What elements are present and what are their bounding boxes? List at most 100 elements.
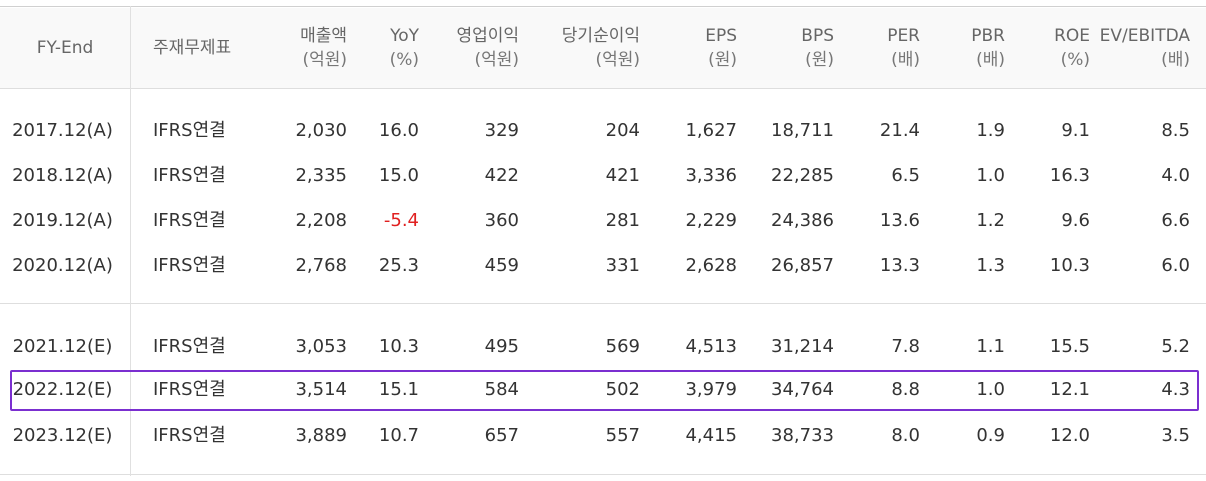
cell-ev-ebitda: 6.6 xyxy=(1161,210,1190,231)
header-fy-end-label: FY-End xyxy=(36,38,94,58)
cell-revenue: 2,208 xyxy=(295,210,347,231)
cell-net-income: 569 xyxy=(605,336,640,357)
cell-per: 6.5 xyxy=(891,165,920,186)
header-eps-label: EPS xyxy=(705,26,737,46)
cell-fy-end: 2020.12(A) xyxy=(12,255,113,276)
table-row: 2018.12(A) IFRS연결 2,335 15.0 422 421 3,3… xyxy=(0,153,1206,198)
cell-main-statement: IFRS연결 xyxy=(153,336,226,357)
cell-main-statement: IFRS연결 xyxy=(153,165,226,186)
header-fy-end: FY-End xyxy=(0,8,130,88)
header-yoy-unit: (%) xyxy=(389,50,419,70)
cell-yoy: 15.0 xyxy=(378,165,419,186)
header-roe: ROE (%) xyxy=(1010,8,1090,88)
cell-operating-income: 329 xyxy=(484,120,519,141)
cell-fy-end: 2019.12(A) xyxy=(12,210,113,231)
cell-eps: 4,415 xyxy=(685,425,737,446)
cell-per: 8.0 xyxy=(891,425,920,446)
cell-roe: 10.3 xyxy=(1049,255,1090,276)
cell-per: 13.6 xyxy=(879,210,920,231)
header-pbr-label: PBR xyxy=(971,26,1005,46)
header-ev-ebitda-label: EV/EBITDA xyxy=(1099,26,1190,46)
cell-per: 21.4 xyxy=(879,120,920,141)
header-revenue-unit: (억원) xyxy=(302,50,347,70)
cell-eps: 2,628 xyxy=(685,255,737,276)
highlight-box xyxy=(10,370,1199,411)
cell-net-income: 281 xyxy=(605,210,640,231)
cell-bps: 26,857 xyxy=(771,255,834,276)
table-row: 2023.12(E) IFRS연결 3,889 10.7 657 557 4,4… xyxy=(0,413,1206,458)
cell-fy-end: 2023.12(E) xyxy=(12,425,113,446)
header-revenue-label: 매출액 xyxy=(300,26,347,46)
header-operating-income-label: 영업이익 xyxy=(456,26,519,46)
table-top-border xyxy=(0,6,1206,7)
cell-pbr: 1.1 xyxy=(976,336,1005,357)
cell-fy-end: 2017.12(A) xyxy=(12,120,113,141)
cell-roe: 12.0 xyxy=(1049,425,1090,446)
header-revenue: 매출액 (억원) xyxy=(250,8,347,88)
cell-bps: 22,285 xyxy=(771,165,834,186)
cell-per: 7.8 xyxy=(891,336,920,357)
header-net-income-label: 당기순이익 xyxy=(561,26,640,46)
header-operating-income: 영업이익 (억원) xyxy=(420,8,519,88)
header-pbr-unit: (배) xyxy=(976,50,1005,70)
cell-eps: 2,229 xyxy=(685,210,737,231)
header-bps: BPS (원) xyxy=(750,8,834,88)
cell-net-income: 421 xyxy=(605,165,640,186)
header-eps-unit: (원) xyxy=(708,50,737,70)
cell-revenue: 2,768 xyxy=(295,255,347,276)
cell-operating-income: 495 xyxy=(484,336,519,357)
cell-operating-income: 360 xyxy=(484,210,519,231)
cell-ev-ebitda: 4.0 xyxy=(1161,165,1190,186)
cell-ev-ebitda: 8.5 xyxy=(1161,120,1190,141)
table-row: 2017.12(A) IFRS연결 2,030 16.0 329 204 1,6… xyxy=(0,108,1206,153)
cell-net-income: 557 xyxy=(605,425,640,446)
cell-revenue: 3,053 xyxy=(295,336,347,357)
cell-roe: 15.5 xyxy=(1049,336,1090,357)
cell-eps: 1,627 xyxy=(685,120,737,141)
header-bps-unit: (원) xyxy=(805,50,834,70)
cell-per: 13.3 xyxy=(879,255,920,276)
header-bps-label: BPS xyxy=(801,26,834,46)
cell-yoy: 10.3 xyxy=(378,336,419,357)
cell-main-statement: IFRS연결 xyxy=(153,425,226,446)
cell-pbr: 1.2 xyxy=(976,210,1005,231)
header-eps: EPS (원) xyxy=(660,8,737,88)
cell-yoy: 25.3 xyxy=(378,255,419,276)
cell-bps: 38,733 xyxy=(771,425,834,446)
cell-main-statement: IFRS연결 xyxy=(153,120,226,141)
header-operating-income-unit: (억원) xyxy=(474,50,519,70)
cell-operating-income: 657 xyxy=(484,425,519,446)
cell-net-income: 204 xyxy=(605,120,640,141)
header-yoy-label: YoY xyxy=(390,26,419,46)
cell-revenue: 3,889 xyxy=(295,425,347,446)
cell-operating-income: 422 xyxy=(484,165,519,186)
cell-revenue: 2,335 xyxy=(295,165,347,186)
cell-pbr: 1.9 xyxy=(976,120,1005,141)
cell-fy-end: 2018.12(A) xyxy=(12,165,113,186)
cell-yoy: 10.7 xyxy=(378,425,419,446)
table-row: 2019.12(A) IFRS연결 2,208 -5.4 360 281 2,2… xyxy=(0,198,1206,243)
header-bottom-border xyxy=(0,88,1206,89)
header-ev-ebitda-unit: (배) xyxy=(1161,50,1190,70)
header-ev-ebitda: EV/EBITDA (배) xyxy=(1095,8,1190,88)
cell-pbr: 1.3 xyxy=(976,255,1005,276)
header-per-label: PER xyxy=(887,26,920,46)
header-roe-label: ROE xyxy=(1054,26,1090,46)
cell-roe: 9.1 xyxy=(1061,120,1090,141)
cell-eps: 4,513 xyxy=(685,336,737,357)
cell-ev-ebitda: 5.2 xyxy=(1161,336,1190,357)
cell-yoy-negative: -5.4 xyxy=(383,210,419,231)
table-bottom-border xyxy=(0,474,1206,475)
cell-bps: 31,214 xyxy=(771,336,834,357)
cell-main-statement: IFRS연결 xyxy=(153,255,226,276)
cell-bps: 24,386 xyxy=(771,210,834,231)
cell-eps: 3,336 xyxy=(685,165,737,186)
cell-revenue: 2,030 xyxy=(295,120,347,141)
header-per: PER (배) xyxy=(840,8,920,88)
cell-ev-ebitda: 3.5 xyxy=(1161,425,1190,446)
actual-estimate-divider xyxy=(0,303,1206,304)
cell-yoy: 16.0 xyxy=(378,120,419,141)
cell-bps: 18,711 xyxy=(771,120,834,141)
cell-roe: 9.6 xyxy=(1061,210,1090,231)
header-roe-unit: (%) xyxy=(1060,50,1090,70)
